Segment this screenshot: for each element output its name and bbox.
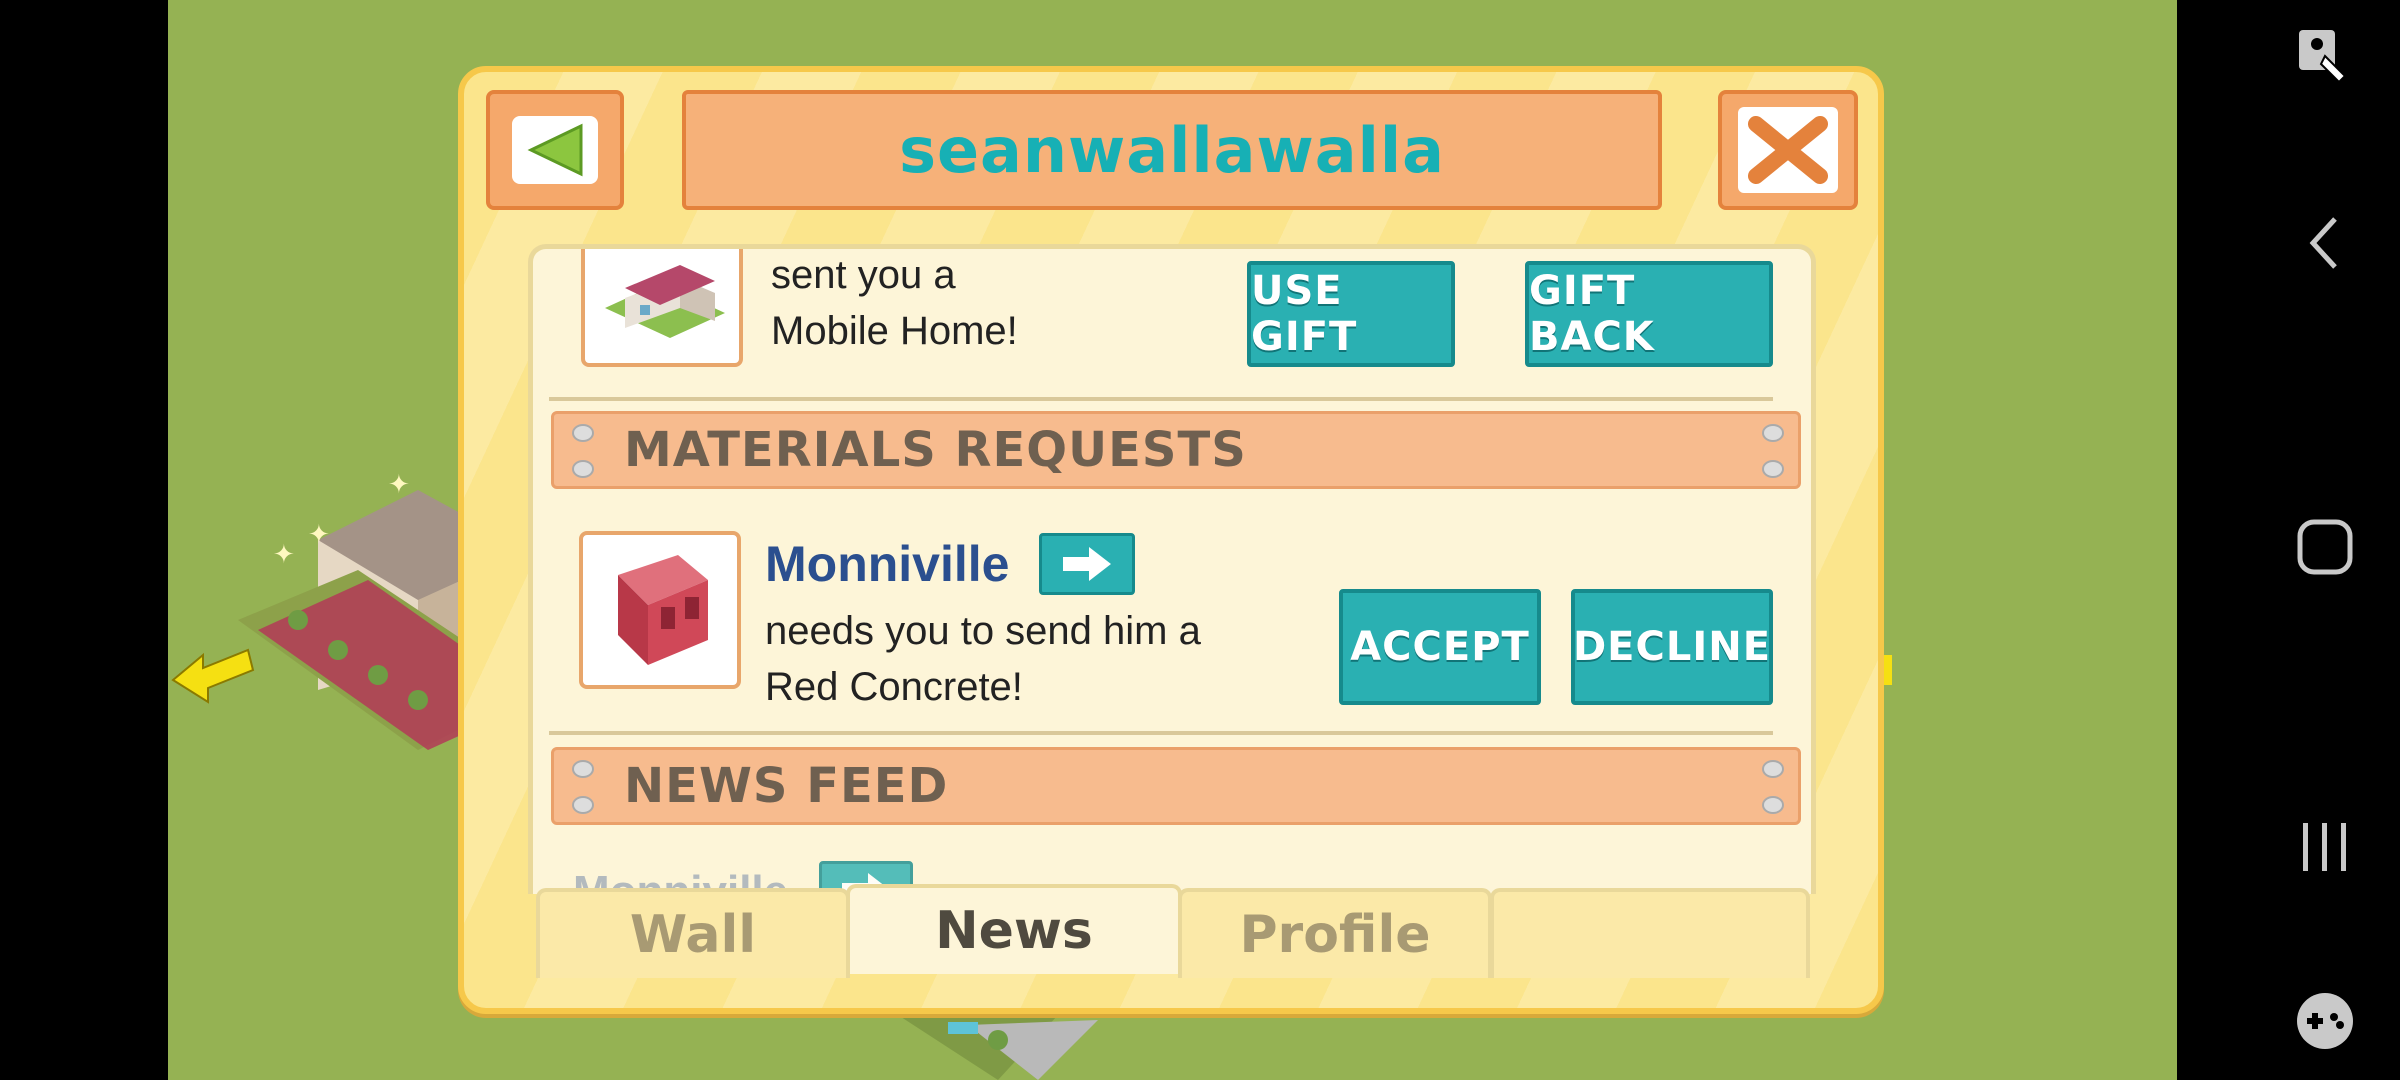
decline-button[interactable]: DECLINE <box>1571 589 1773 705</box>
accessibility-icon[interactable] <box>2290 20 2360 90</box>
arrow-right-icon <box>1063 547 1111 581</box>
close-button[interactable] <box>1718 90 1858 210</box>
system-navigation-bar <box>2177 0 2400 1080</box>
back-icon[interactable] <box>2290 208 2360 278</box>
visit-neighbor-button[interactable] <box>1039 533 1135 595</box>
accept-button[interactable]: ACCEPT <box>1339 589 1541 705</box>
materials-requests-title: MATERIALS REQUESTS <box>624 422 1247 478</box>
bolt-icon <box>1762 460 1784 478</box>
back-arrow-icon <box>527 123 583 177</box>
close-icon <box>1748 116 1828 184</box>
red-concrete-icon <box>618 555 708 665</box>
sparkle-icon: ✦ <box>273 540 295 570</box>
request-text-line1: needs you to send him a <box>765 609 1201 653</box>
tab-wall-label: Wall <box>629 905 757 965</box>
tab-empty[interactable] <box>1490 888 1810 978</box>
use-gift-button[interactable]: USE GIFT <box>1247 261 1455 367</box>
bolt-icon <box>572 760 594 778</box>
game-controller-icon[interactable] <box>2290 986 2360 1056</box>
gift-text-line2: Mobile Home! <box>771 309 1018 353</box>
expand-arrow-right-icon[interactable] <box>1880 650 1970 720</box>
news-feed-title: NEWS FEED <box>624 758 949 814</box>
materials-requests-header: MATERIALS REQUESTS <box>551 411 1801 489</box>
requester-name[interactable]: Monniville <box>765 535 1009 593</box>
tab-news-label: News <box>935 901 1093 961</box>
tab-profile[interactable]: Profile <box>1178 888 1492 978</box>
red-concrete-thumbnail <box>579 531 741 689</box>
left-black-bar <box>0 0 168 1080</box>
gift-text-line1: sent you a <box>771 253 956 297</box>
feed-content[interactable]: sent you a Mobile Home! USE GIFT GIFT BA… <box>528 244 1816 894</box>
bolt-icon <box>572 796 594 814</box>
mobile-home-thumbnail <box>581 249 743 367</box>
recents-icon[interactable] <box>2290 812 2360 882</box>
sparkle-icon: ✦ <box>308 520 330 550</box>
divider <box>549 731 1773 735</box>
tab-wall[interactable]: Wall <box>536 888 850 978</box>
bolt-icon <box>1762 796 1784 814</box>
sparkle-icon: ✦ <box>388 470 410 500</box>
tab-news[interactable]: News <box>846 884 1182 974</box>
home-icon[interactable] <box>2290 512 2360 582</box>
divider <box>549 397 1773 401</box>
gift-back-button[interactable]: GIFT BACK <box>1525 261 1773 367</box>
back-button[interactable] <box>486 90 624 210</box>
city-buildings-bottom <box>898 1015 1098 1080</box>
username-title-bar: seanwallawalla <box>682 90 1662 210</box>
bolt-icon <box>572 424 594 442</box>
mobile-home-icon <box>605 265 725 338</box>
expand-arrow-left-icon[interactable] <box>168 640 258 720</box>
request-text-line2: Red Concrete! <box>765 665 1023 709</box>
bolt-icon <box>1762 424 1784 442</box>
bolt-icon <box>572 460 594 478</box>
tab-profile-label: Profile <box>1239 905 1431 965</box>
news-feed-header: NEWS FEED <box>551 747 1801 825</box>
username-title: seanwallawalla <box>899 113 1445 187</box>
bolt-icon <box>1762 760 1784 778</box>
